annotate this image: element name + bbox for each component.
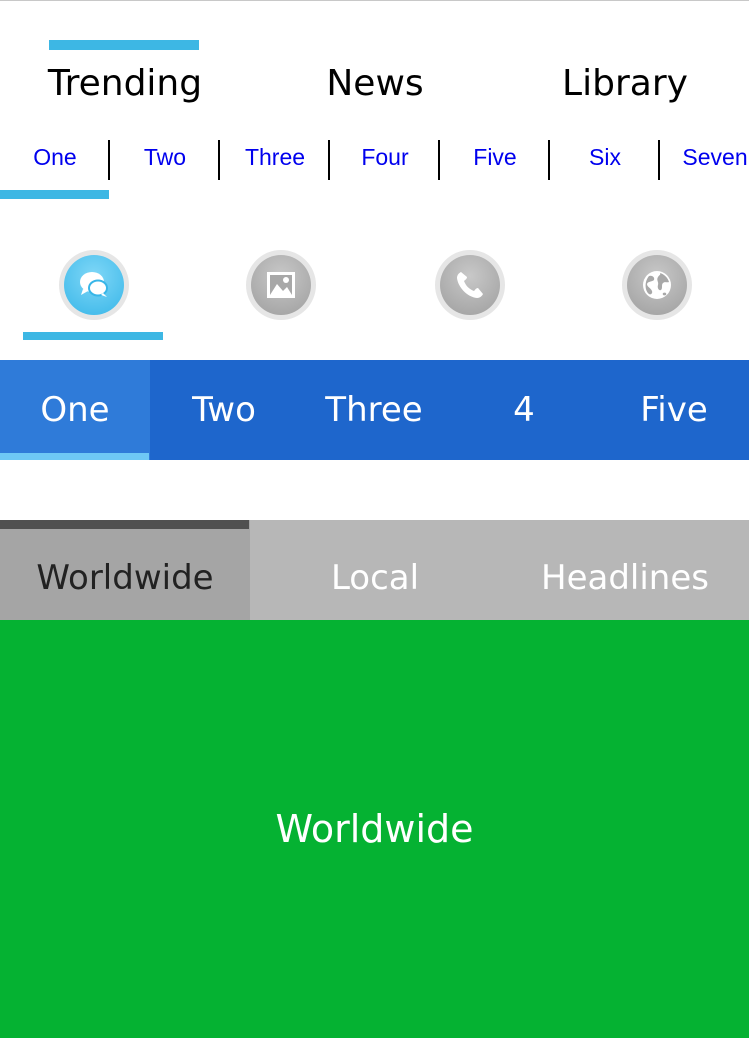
tab-local[interactable]: Local xyxy=(250,520,500,620)
tab-five[interactable]: Five xyxy=(599,360,749,460)
tab-library[interactable]: Library xyxy=(500,0,749,120)
tab-three[interactable]: Three xyxy=(220,130,330,200)
gray-tab-bar: Worldwide Local Headlines xyxy=(0,520,749,620)
chat-bubbles-icon xyxy=(64,255,124,315)
tab-seven[interactable]: Seven xyxy=(660,130,749,200)
active-tab-indicator xyxy=(0,520,249,529)
blue-tab-bar: One Two Three 4 Five xyxy=(0,360,749,460)
phone-icon xyxy=(440,255,500,315)
tab-six[interactable]: Six xyxy=(550,130,660,200)
tab-headlines[interactable]: Headlines xyxy=(500,520,749,620)
number-tab-bar: One Two Three Four Five Six Seven xyxy=(0,130,749,200)
tab-label: Trending xyxy=(47,63,203,104)
active-tab-indicator xyxy=(49,40,199,50)
tab-label: Local xyxy=(330,558,420,598)
tab-news[interactable]: News xyxy=(250,0,500,120)
tab-one[interactable]: One xyxy=(0,130,110,200)
tab-three[interactable]: Three xyxy=(299,360,449,460)
tab-label: Five xyxy=(640,390,708,430)
tab-two[interactable]: Two xyxy=(149,360,299,460)
tab-label: Worldwide xyxy=(36,558,214,598)
tab-label: Library xyxy=(562,63,688,104)
top-tab-bar: Trending News Library xyxy=(0,0,749,120)
tab-phone[interactable] xyxy=(374,245,561,345)
active-tab-indicator xyxy=(0,190,109,199)
tab-label: Three xyxy=(325,390,423,430)
tab-four[interactable]: Four xyxy=(330,130,440,200)
tab-worldwide[interactable]: Worldwide xyxy=(0,520,250,620)
tab-label: Headlines xyxy=(541,558,709,598)
tab-image[interactable] xyxy=(187,245,374,345)
active-tab-indicator xyxy=(23,332,163,340)
tab-label: One xyxy=(40,390,110,430)
icon-ring xyxy=(622,250,692,320)
active-tab-indicator xyxy=(0,453,149,460)
icon-tab-bar xyxy=(0,245,749,345)
tab-chat[interactable] xyxy=(0,245,187,345)
tab-label: Two xyxy=(192,390,256,430)
tab-five[interactable]: Five xyxy=(440,130,550,200)
tab-one[interactable]: One xyxy=(0,360,150,460)
icon-ring xyxy=(246,250,316,320)
tab-globe[interactable] xyxy=(561,245,748,345)
icon-ring xyxy=(435,250,505,320)
icon-ring xyxy=(59,250,129,320)
tab-label: Seven xyxy=(682,144,748,170)
image-icon xyxy=(251,255,311,315)
tab-label: Four xyxy=(361,144,409,170)
content-title: Worldwide xyxy=(275,807,474,851)
tab-label: Two xyxy=(143,144,187,170)
tab-trending[interactable]: Trending xyxy=(0,0,250,120)
tab-label: Five xyxy=(473,144,517,170)
tab-label: 4 xyxy=(513,390,535,430)
tab-label: One xyxy=(33,144,77,170)
tab-label: Three xyxy=(244,144,306,170)
tab-label: Six xyxy=(589,144,621,170)
tab-four[interactable]: 4 xyxy=(449,360,599,460)
tab-two[interactable]: Two xyxy=(110,130,220,200)
content-panel: Worldwide xyxy=(0,620,749,1038)
globe-icon xyxy=(627,255,687,315)
tab-label: News xyxy=(326,63,424,104)
